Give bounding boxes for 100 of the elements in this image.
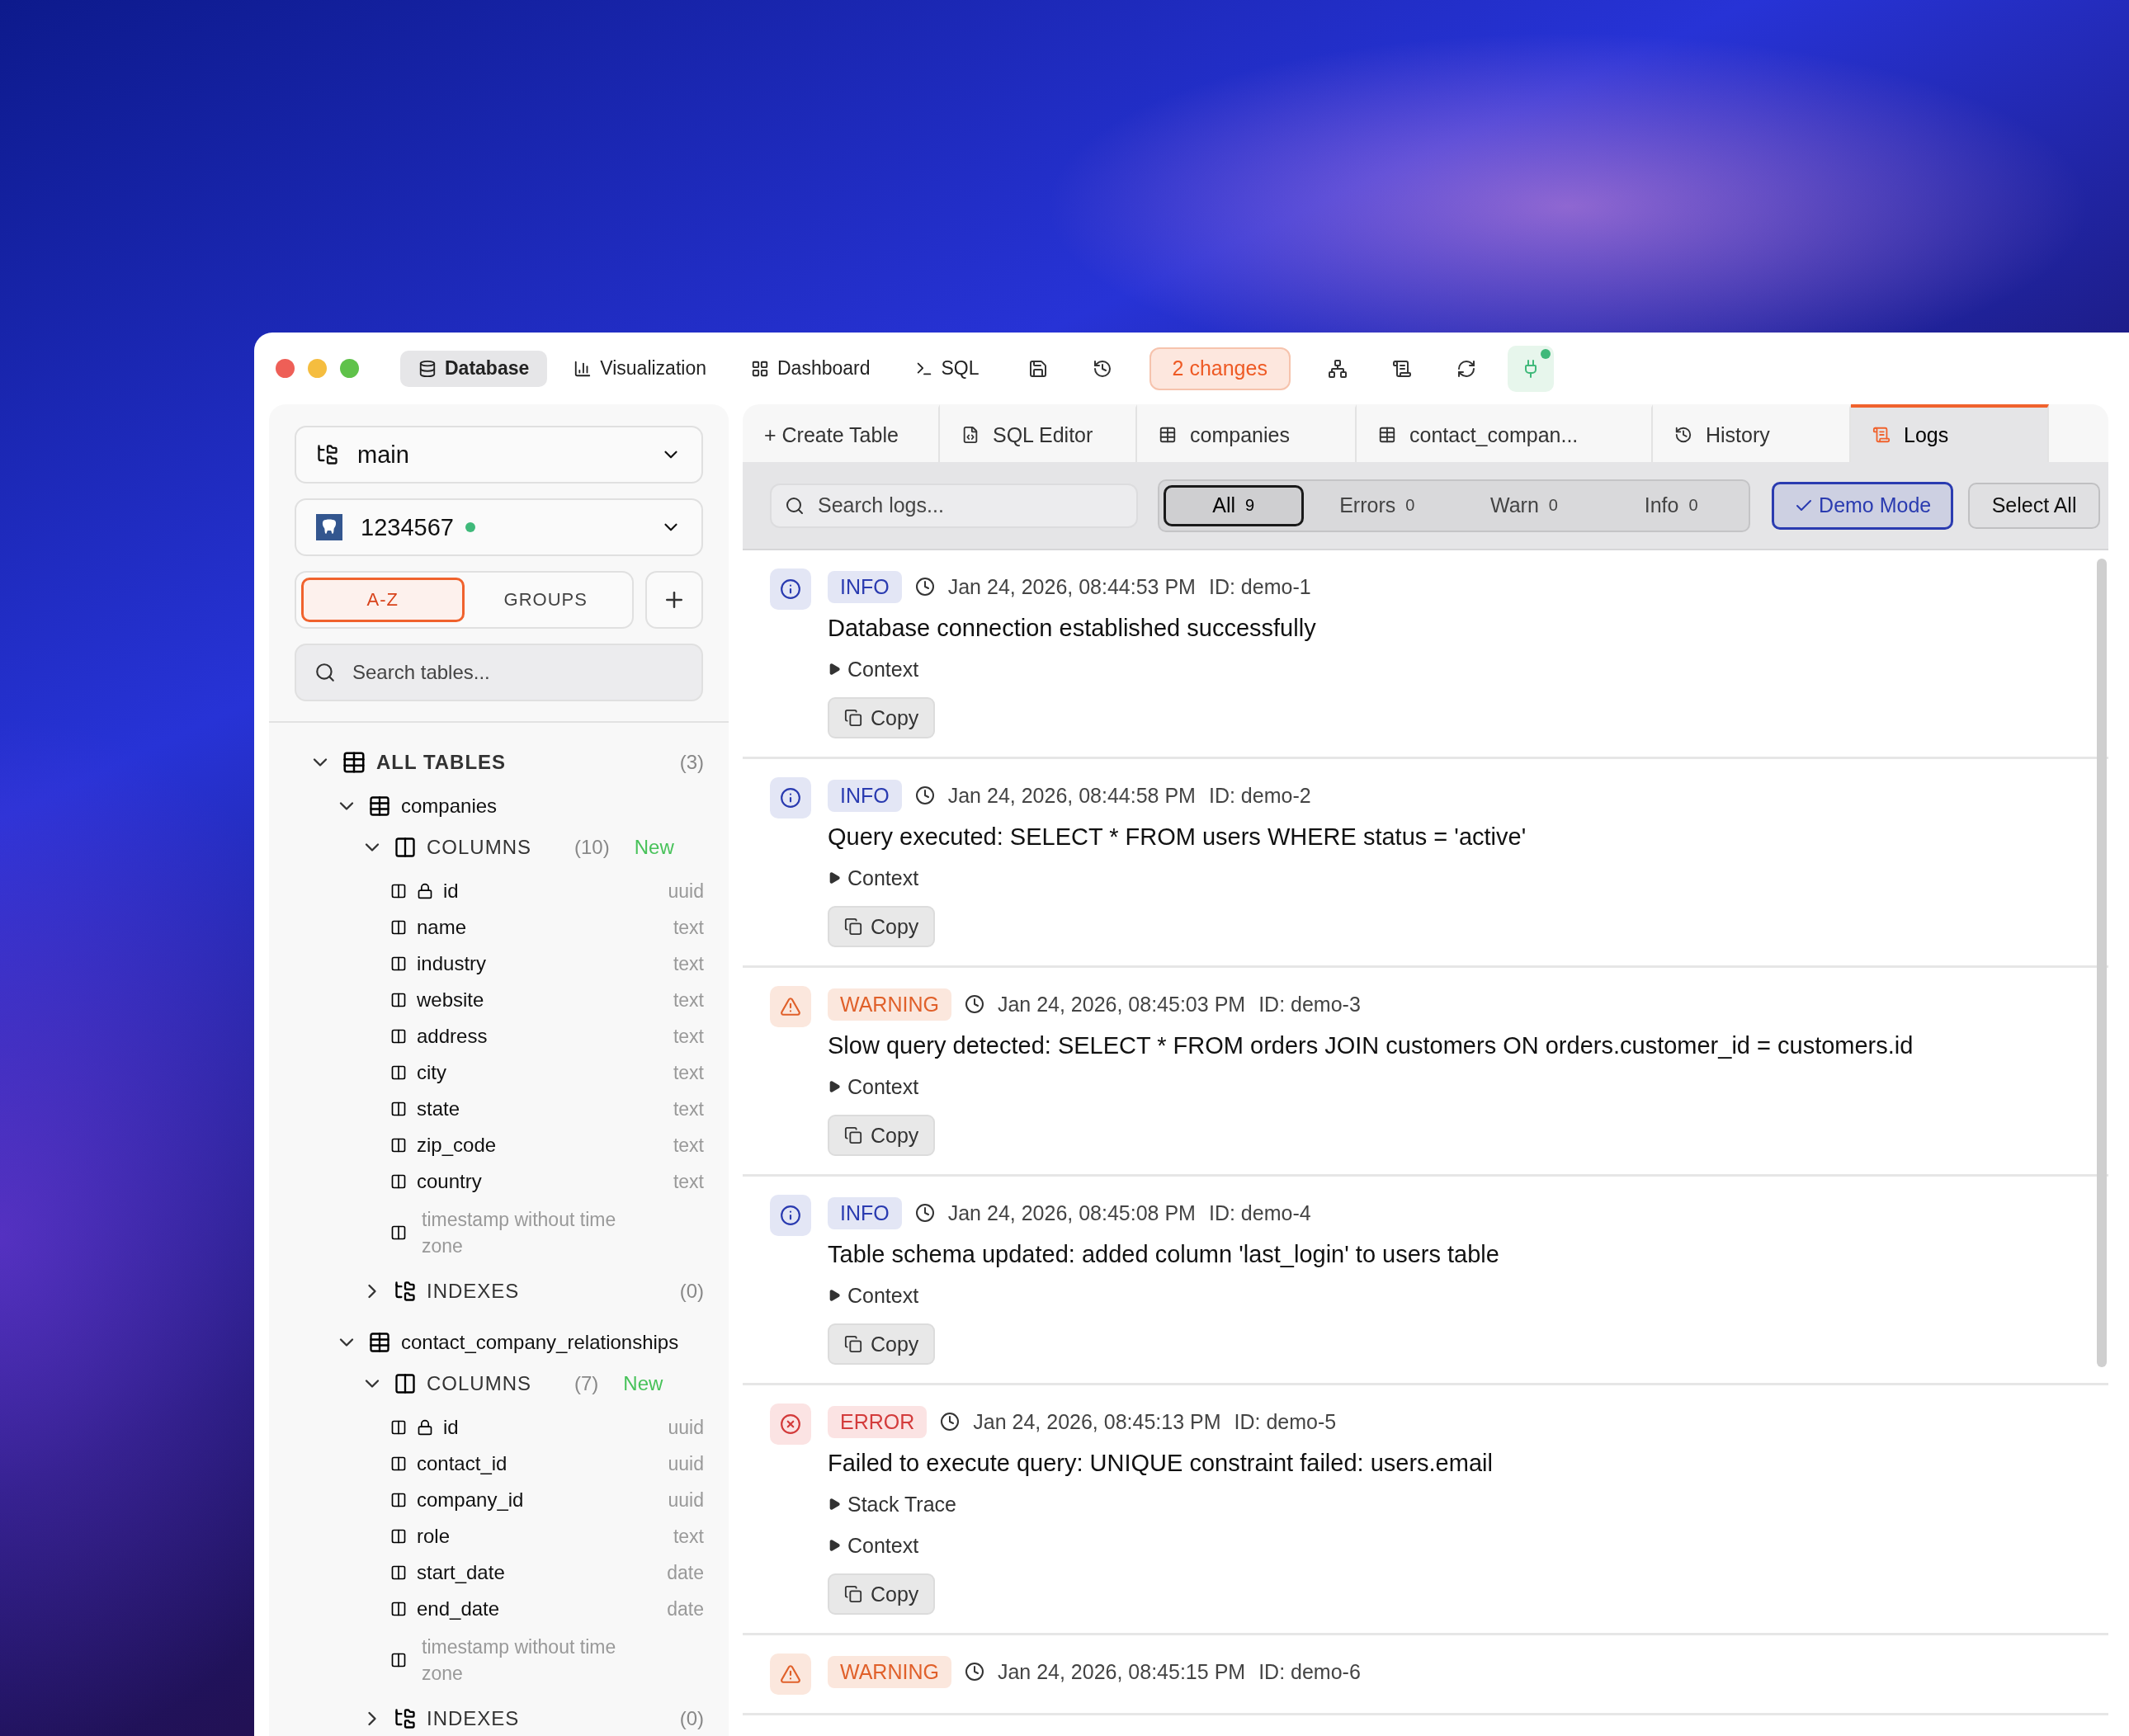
column-row[interactable]: end_date date bbox=[269, 1591, 704, 1627]
table-icon bbox=[1159, 426, 1177, 444]
branch-select[interactable]: main bbox=[295, 426, 703, 484]
table-name[interactable]: contact_company_relationships bbox=[401, 1331, 679, 1354]
column-row[interactable]: website text bbox=[269, 982, 704, 1018]
column-icon bbox=[390, 1564, 407, 1581]
column-name[interactable]: country bbox=[417, 1170, 663, 1193]
section-label[interactable]: INDEXES bbox=[427, 1707, 520, 1730]
demo-mode-button[interactable]: Demo Mode bbox=[1772, 481, 1954, 530]
filter-tab[interactable]: All 9 bbox=[1163, 484, 1304, 526]
column-name[interactable]: role bbox=[417, 1525, 663, 1548]
column-name[interactable]: city bbox=[417, 1061, 663, 1084]
copy-button[interactable]: Copy bbox=[828, 1573, 936, 1615]
caret-icon bbox=[828, 1080, 841, 1093]
column-icon bbox=[390, 1652, 407, 1668]
column-icon bbox=[390, 883, 407, 899]
connection-select[interactable]: 1234567 bbox=[295, 498, 703, 556]
column-row[interactable]: start_date date bbox=[269, 1554, 704, 1591]
column-row[interactable]: contact_id uuid bbox=[269, 1446, 704, 1482]
column-row[interactable]: role text bbox=[269, 1518, 704, 1554]
tab[interactable]: Logs bbox=[1851, 404, 2049, 462]
copy-icon bbox=[844, 918, 862, 936]
clock-icon bbox=[964, 994, 984, 1014]
section-count: (0) bbox=[679, 1707, 704, 1730]
column-type: text bbox=[673, 916, 704, 939]
copy-button[interactable]: Copy bbox=[828, 1115, 936, 1156]
table-name[interactable]: companies bbox=[401, 795, 498, 818]
severity-badge: INFO bbox=[828, 779, 902, 812]
disclosure-toggle[interactable]: Context bbox=[828, 1529, 919, 1562]
severity-badge: INFO bbox=[828, 570, 902, 603]
severity-badge: ERROR bbox=[828, 1405, 928, 1438]
log-id: ID: demo-2 bbox=[1208, 783, 1311, 808]
log-timestamp: Jan 24, 2026, 08:44:53 PM bbox=[947, 574, 1196, 599]
close-button[interactable] bbox=[276, 359, 295, 378]
column-row[interactable]: zip_code text bbox=[269, 1127, 704, 1163]
lock-icon bbox=[417, 883, 433, 899]
log-timestamp: Jan 24, 2026, 08:45:08 PM bbox=[947, 1201, 1196, 1225]
sort-tab[interactable]: GROUPS bbox=[464, 578, 627, 622]
section-label[interactable]: COLUMNS bbox=[427, 1372, 531, 1395]
column-name[interactable]: industry bbox=[417, 952, 663, 975]
column-row[interactable]: address text bbox=[269, 1018, 704, 1054]
filter-tab[interactable]: Info 0 bbox=[1598, 484, 1745, 526]
column-type: text bbox=[673, 1061, 704, 1084]
warning-icon bbox=[770, 986, 811, 1027]
caret-icon bbox=[828, 871, 841, 885]
column-name[interactable]: address bbox=[417, 1025, 663, 1048]
log-timestamp: Jan 24, 2026, 08:45:03 PM bbox=[997, 992, 1246, 1017]
column-name[interactable]: end_date bbox=[417, 1597, 658, 1620]
column-row[interactable]: company_id uuid bbox=[269, 1482, 704, 1518]
column-name[interactable]: company_id bbox=[417, 1488, 659, 1512]
column-type: text bbox=[673, 952, 704, 975]
column-row[interactable]: state text bbox=[269, 1091, 704, 1127]
search-field[interactable]: Search logs... bbox=[770, 483, 1138, 528]
select-all-button[interactable]: Select All bbox=[1968, 482, 2100, 529]
save-icon bbox=[1027, 358, 1048, 379]
column-row[interactable]: id uuid bbox=[269, 1409, 704, 1446]
column-name[interactable]: start_date bbox=[417, 1561, 658, 1584]
column-row[interactable]: country text bbox=[269, 1163, 704, 1200]
nav-tab[interactable]: Database bbox=[400, 350, 548, 387]
column-name[interactable]: name bbox=[417, 916, 663, 939]
column-icon bbox=[390, 1101, 407, 1117]
disclosure-toggle[interactable]: Stack Trace bbox=[828, 1488, 956, 1521]
caret-icon bbox=[828, 1289, 841, 1302]
copy-icon bbox=[844, 709, 862, 727]
column-type: text bbox=[673, 1170, 704, 1193]
column-row[interactable]: industry text bbox=[269, 946, 704, 982]
column-row[interactable]: city text bbox=[269, 1054, 704, 1091]
copy-button[interactable]: Copy bbox=[828, 697, 936, 738]
column-icon bbox=[390, 1173, 407, 1190]
column-name[interactable]: id bbox=[443, 880, 659, 903]
scroll-icon bbox=[1872, 426, 1891, 444]
column-type: text bbox=[673, 1525, 704, 1548]
column-row[interactable]: id uuid bbox=[269, 873, 704, 909]
column-row[interactable]: name text bbox=[269, 909, 704, 946]
tree-label[interactable]: ALL TABLES bbox=[376, 751, 507, 774]
section-label[interactable]: COLUMNS bbox=[427, 836, 531, 859]
table-icon bbox=[368, 1331, 391, 1354]
copy-button[interactable]: Copy bbox=[828, 906, 936, 947]
nav-tab[interactable]: Visualization bbox=[555, 350, 725, 387]
scrollbar-thumb[interactable] bbox=[2097, 559, 2107, 1367]
filter-tab[interactable]: Errors 0 bbox=[1303, 484, 1451, 526]
nav-tab[interactable]: SQL bbox=[896, 350, 998, 387]
disclosure-toggle[interactable]: Context bbox=[828, 653, 919, 686]
disclosure-toggle[interactable]: Context bbox=[828, 1070, 919, 1103]
disclosure-toggle[interactable]: Context bbox=[828, 861, 919, 894]
column-name[interactable]: zip_code bbox=[417, 1134, 663, 1157]
scroll-icon bbox=[1391, 358, 1412, 379]
column-name[interactable]: contact_id bbox=[417, 1452, 659, 1475]
section-label[interactable]: INDEXES bbox=[427, 1280, 520, 1303]
column-name[interactable]: state bbox=[417, 1097, 663, 1120]
filter-tab[interactable]: Warn 0 bbox=[1450, 484, 1598, 526]
column-icon bbox=[390, 1028, 407, 1045]
search-field[interactable]: Search tables... bbox=[295, 644, 703, 701]
sort-tab[interactable]: A-Z bbox=[301, 578, 465, 622]
nav-tab[interactable]: Dashboard bbox=[733, 350, 889, 387]
disclosure-toggle[interactable]: Context bbox=[828, 1279, 919, 1312]
column-name[interactable]: id bbox=[443, 1416, 659, 1439]
section-count: (10) bbox=[574, 836, 610, 859]
copy-button[interactable]: Copy bbox=[828, 1323, 936, 1365]
column-name[interactable]: website bbox=[417, 988, 663, 1012]
